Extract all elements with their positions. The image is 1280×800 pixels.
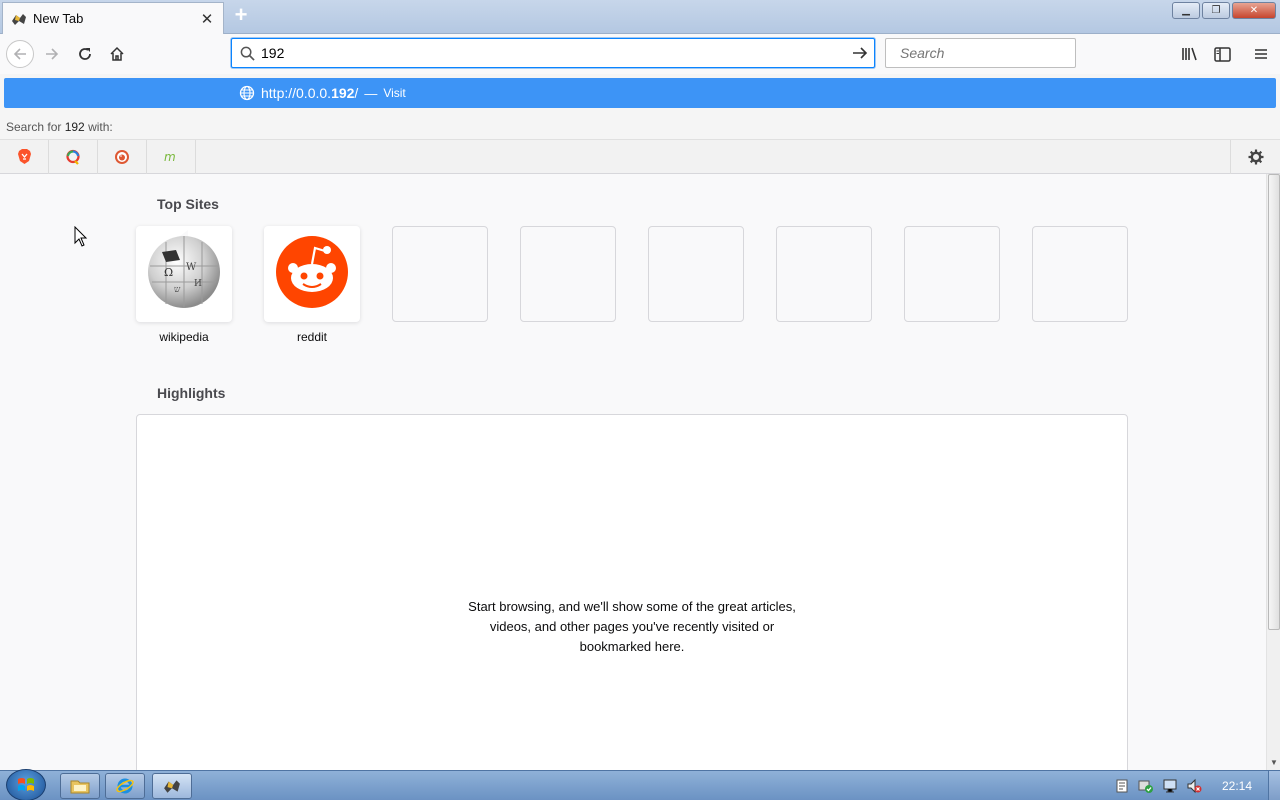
engine-brave-button[interactable] [0,139,49,174]
one-off-search-engines: m [0,139,1280,174]
start-button[interactable] [6,769,46,800]
tab-strip: New Tab ✕ + ▁ ❐ ✕ [0,0,1280,34]
minimize-button[interactable]: ▁ [1172,2,1200,19]
system-tray: 22:14 [1110,771,1280,800]
url-input[interactable] [261,45,846,61]
engine-qwant-button[interactable] [49,139,98,174]
visit-action-label: Visit [383,86,406,100]
svg-text:Ω: Ω [164,266,173,279]
qwant-icon [66,149,80,165]
search-for-label: Search for 192 with: [6,120,113,134]
engine-mojeek-button[interactable]: m [147,139,196,174]
home-icon [110,46,124,61]
urlbar-popup: http://0.0.0.192/ — Visit Search for 192… [0,74,1280,174]
reload-icon [79,48,91,60]
svg-text:ש: ש [174,285,181,295]
windows-taskbar: 22:14 [0,769,1280,800]
navigation-toolbar [0,34,1280,74]
taskbar-explorer-button[interactable] [60,773,100,799]
tab-title: New Tab [33,11,84,26]
tray-network-icon[interactable] [1160,776,1180,796]
tray-notes-icon[interactable] [1112,776,1132,796]
window-controls: ▁ ❐ ✕ [1172,2,1276,19]
brave-icon [17,149,31,164]
top-site-empty-slot [1032,226,1128,322]
browser-favicon-icon [12,13,26,25]
taskbar-clock[interactable]: 22:14 [1206,779,1268,793]
go-button[interactable] [846,39,874,67]
mojeek-icon: m [164,150,176,164]
back-button[interactable] [6,40,34,68]
browser-favicon-icon [164,780,180,793]
go-arrow-icon [853,47,868,59]
svg-text:И: И [194,279,202,289]
top-site-tile-reddit[interactable] [264,226,360,322]
tab-close-icon[interactable]: ✕ [199,10,215,28]
scrollbar-thumb[interactable] [1268,174,1280,630]
restore-button[interactable]: ❐ [1202,2,1230,19]
top-site-tile-wikipedia[interactable]: Ω W И ש [136,226,232,322]
top-sites-heading: Top Sites [157,196,219,212]
tray-volume-muted-icon[interactable] [1184,776,1204,796]
forward-arrow-icon [46,48,59,60]
svg-text:m: m [164,150,176,164]
library-icon [1182,47,1197,61]
vertical-scrollbar[interactable]: ▼ [1266,174,1280,770]
back-arrow-icon [13,48,26,60]
top-site-empty-slot [648,226,744,322]
svg-text:W: W [186,262,197,273]
forward-button[interactable] [38,40,66,68]
top-site-empty-slot [392,226,488,322]
menu-button[interactable] [1249,42,1273,66]
url-bar[interactable] [231,38,875,68]
visit-separator: — [364,85,378,101]
highlights-heading: Highlights [157,385,226,401]
visit-suggestion-row[interactable]: http://0.0.0.192/ — Visit [4,78,1276,108]
sidebar-icon [1213,46,1231,62]
gear-icon [1248,149,1263,165]
top-site-label: wikipedia [159,330,209,344]
home-button[interactable] [103,40,131,68]
taskbar-browser-button[interactable] [152,773,192,799]
top-site-label: reddit [296,330,328,344]
tab-new-tab[interactable]: New Tab ✕ [2,2,224,34]
wikipedia-globe-icon: Ω W И ש [148,230,220,308]
search-icon [240,46,255,61]
taskbar-ie-button[interactable] [105,773,145,799]
library-button[interactable] [1178,42,1202,66]
internet-explorer-icon [116,778,134,794]
top-site-empty-slot [776,226,872,322]
engine-duckduckgo-button[interactable] [98,139,147,174]
search-input[interactable] [900,45,1082,61]
search-settings-button[interactable] [1230,140,1280,174]
close-window-button[interactable]: ✕ [1232,2,1276,19]
reload-button[interactable] [71,40,99,68]
duckduckgo-icon [115,149,129,164]
sidebar-toggle-button[interactable] [1210,42,1234,66]
top-site-empty-slot [520,226,616,322]
new-tab-content: Top Sites Ω W И ש wikipedia reddit Highl… [0,174,1266,770]
windows-logo-icon [18,778,34,791]
highlights-empty-message: Start browsing, and we'll show some of t… [468,599,796,654]
new-tab-plus-icon[interactable]: + [230,4,252,27]
reddit-alien-icon [276,236,348,308]
show-desktop-button[interactable] [1268,771,1280,800]
top-site-empty-slot [904,226,1000,322]
mouse-cursor-icon [74,226,88,247]
globe-icon [239,85,255,101]
hamburger-menu-icon [1255,49,1267,59]
search-bar[interactable] [885,38,1082,68]
visit-url: http://0.0.0.192/ [261,85,359,101]
highlights-empty-state: Start browsing, and we'll show some of t… [136,414,1128,770]
scroll-down-arrow-icon[interactable]: ▼ [1267,756,1280,770]
folder-icon [70,780,90,794]
tray-security-icon[interactable] [1136,776,1156,796]
